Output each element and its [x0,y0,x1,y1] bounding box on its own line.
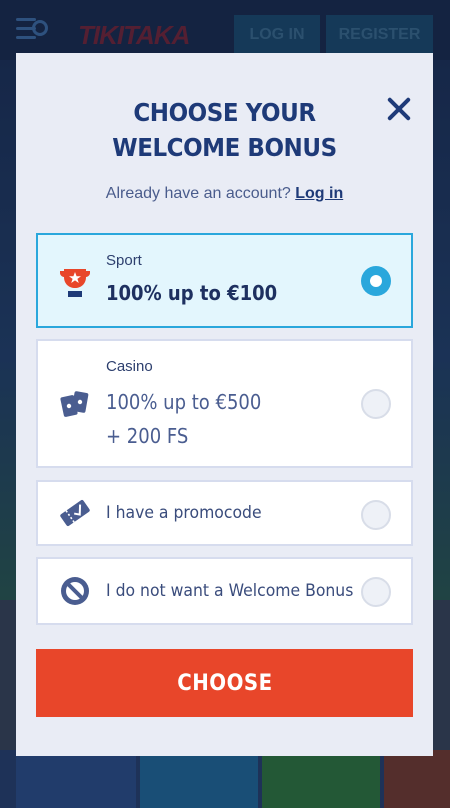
option-label: Sport [106,252,142,269]
account-prompt: Already have an account? Log in [16,185,433,203]
bonus-option-casino[interactable]: Casino 100% up to €500 + 200 FS [36,339,413,468]
option-value: 100% up to €100 [106,281,278,305]
option-text: I do not want a Welcome Bonus [106,581,354,601]
radio-button[interactable] [361,266,391,296]
choose-button[interactable]: CHOOSE [36,649,413,717]
radio-button[interactable] [361,577,391,607]
option-value-extra: + 200 FS [106,424,189,448]
modal-title-line2: WELCOME BONUS [112,133,337,162]
radio-button[interactable] [361,500,391,530]
login-link[interactable]: Log in [295,185,343,202]
option-value: 100% up to €500 [106,390,262,414]
bonus-option-promocode[interactable]: I have a promocode [36,480,413,546]
cards-icon [60,391,89,417]
modal-title-line1: CHOOSE YOUR [133,98,316,127]
choose-button-label: CHOOSE [176,670,273,696]
no-bonus-icon [61,577,89,605]
account-prompt-text: Already have an account? [105,185,291,202]
radio-button[interactable] [361,389,391,419]
bonus-option-sport[interactable]: Sport 100% up to €100 [36,233,413,328]
welcome-bonus-modal: CHOOSE YOUR WELCOME BONUS Already have a… [16,53,433,756]
option-text: I have a promocode [106,503,262,523]
bonus-option-none[interactable]: I do not want a Welcome Bonus [36,557,413,625]
ticket-icon [60,500,90,526]
option-label: Casino [106,358,153,375]
trophy-icon [60,269,90,297]
close-icon[interactable] [385,95,413,123]
